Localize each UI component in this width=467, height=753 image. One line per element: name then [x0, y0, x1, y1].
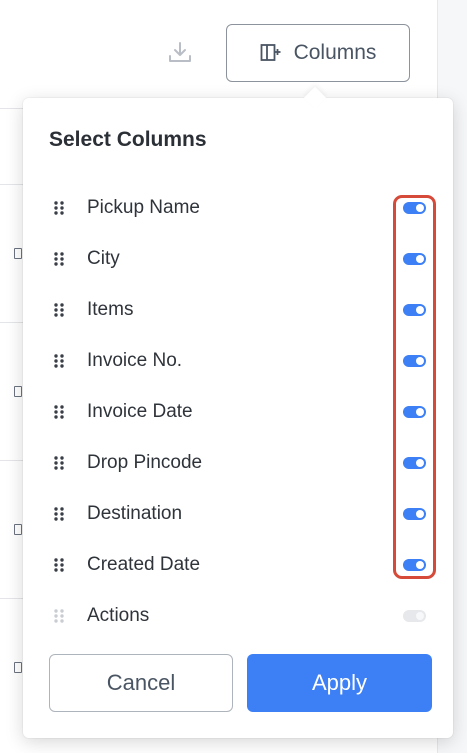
apply-button[interactable]: Apply	[247, 654, 432, 712]
row-icon	[14, 524, 22, 535]
column-toggle[interactable]	[403, 507, 426, 520]
column-item-created-date[interactable]: Created Date	[23, 539, 453, 590]
column-item-actions: Actions	[23, 590, 453, 641]
column-label: Created Date	[87, 553, 201, 575]
drag-handle-icon[interactable]	[53, 302, 65, 318]
column-item-invoice-no[interactable]: Invoice No.	[23, 335, 453, 386]
column-selector-popover: Select Columns Pickup Name City Items In…	[23, 98, 453, 738]
row-icon	[14, 662, 22, 673]
toggle-knob	[416, 356, 424, 365]
column-item-drop-pincode[interactable]: Drop Pincode	[23, 437, 453, 488]
columns-button-label: Columns	[293, 41, 377, 64]
row-icon	[14, 248, 22, 259]
column-toggle	[403, 609, 426, 622]
cancel-button[interactable]: Cancel	[49, 654, 233, 712]
column-toggle[interactable]	[403, 252, 426, 265]
columns-button[interactable]: Columns	[226, 24, 410, 82]
toggle-knob	[416, 305, 424, 314]
column-toggle[interactable]	[403, 558, 426, 571]
column-toggle[interactable]	[403, 201, 426, 214]
toggle-knob	[416, 407, 424, 416]
toggle-knob	[416, 509, 424, 518]
column-add-icon	[260, 44, 281, 61]
column-label: Invoice Date	[87, 400, 193, 422]
toggle-knob	[416, 611, 424, 620]
column-label: Items	[87, 298, 134, 320]
drag-handle-icon[interactable]	[53, 200, 65, 216]
toggle-knob	[416, 203, 424, 212]
download-button[interactable]	[163, 36, 197, 70]
column-label: City	[87, 247, 120, 269]
drag-handle-icon[interactable]	[53, 455, 65, 471]
column-toggle[interactable]	[403, 405, 426, 418]
column-label: Pickup Name	[87, 196, 200, 218]
column-toggle[interactable]	[403, 456, 426, 469]
column-item-invoice-date[interactable]: Invoice Date	[23, 386, 453, 437]
drag-handle-icon[interactable]	[53, 251, 65, 267]
drag-handle-icon[interactable]	[53, 506, 65, 522]
column-item-pickup-name[interactable]: Pickup Name	[23, 182, 453, 233]
column-label: Destination	[87, 502, 183, 524]
column-item-destination[interactable]: Destination	[23, 488, 453, 539]
drag-handle-icon	[54, 608, 64, 623]
toggle-knob	[416, 458, 424, 467]
column-label: Actions	[87, 604, 150, 626]
column-label: Invoice No.	[87, 349, 183, 371]
column-toggle[interactable]	[403, 303, 426, 316]
drag-handle-icon[interactable]	[53, 353, 65, 369]
column-toggle[interactable]	[403, 354, 426, 367]
drag-handle-icon[interactable]	[53, 404, 65, 420]
row-icon	[14, 386, 22, 397]
popover-title: Select Columns	[49, 128, 207, 151]
column-item-city[interactable]: City	[23, 233, 453, 284]
column-item-items[interactable]: Items	[23, 284, 453, 335]
toggle-knob	[416, 560, 424, 569]
download-icon	[169, 42, 191, 62]
column-label: Drop Pincode	[87, 451, 203, 473]
drag-handle-icon[interactable]	[53, 557, 65, 573]
toggle-knob	[416, 254, 424, 263]
